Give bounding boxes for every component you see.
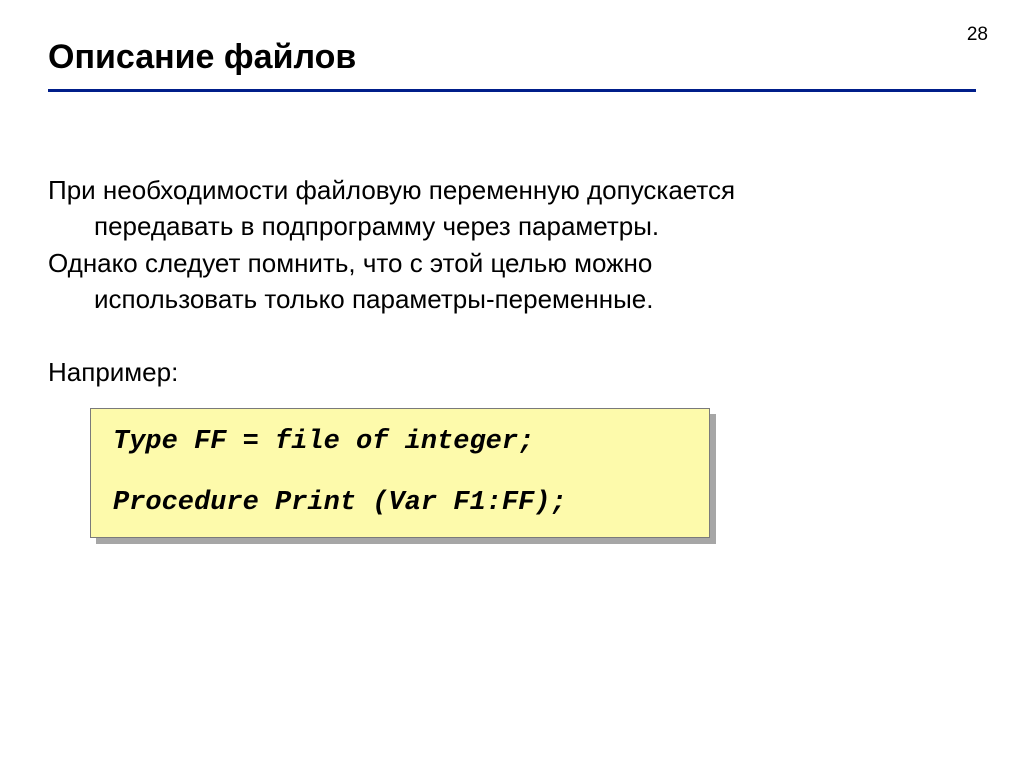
paragraph-2-line-2: использовать только параметры-переменные… (94, 284, 653, 314)
slide: 28 Описание файлов При необходимости фай… (0, 0, 1024, 768)
code-blank-line (113, 458, 691, 488)
paragraph-1-line-2: передавать в подпрограмму через параметр… (94, 211, 659, 241)
code-line-1: Type FF = file of integer; (113, 427, 691, 458)
title-rule (48, 89, 976, 92)
example-label: Например: (48, 354, 976, 390)
page-number: 28 (967, 24, 988, 46)
code-box: Type FF = file of integer; Procedure Pri… (90, 408, 710, 538)
code-line-2: Procedure Print (Var F1:FF); (113, 488, 691, 519)
paragraph-1: При необходимости файловую переменную до… (48, 172, 976, 245)
paragraph-2-line-1: Однако следует помнить, что с этой целью… (48, 248, 652, 278)
paragraph-1-line-1: При необходимости файловую переменную до… (48, 175, 735, 205)
paragraph-2: Однако следует помнить, что с этой целью… (48, 245, 976, 318)
slide-title: Описание файлов (48, 38, 976, 77)
spacer (48, 318, 976, 354)
